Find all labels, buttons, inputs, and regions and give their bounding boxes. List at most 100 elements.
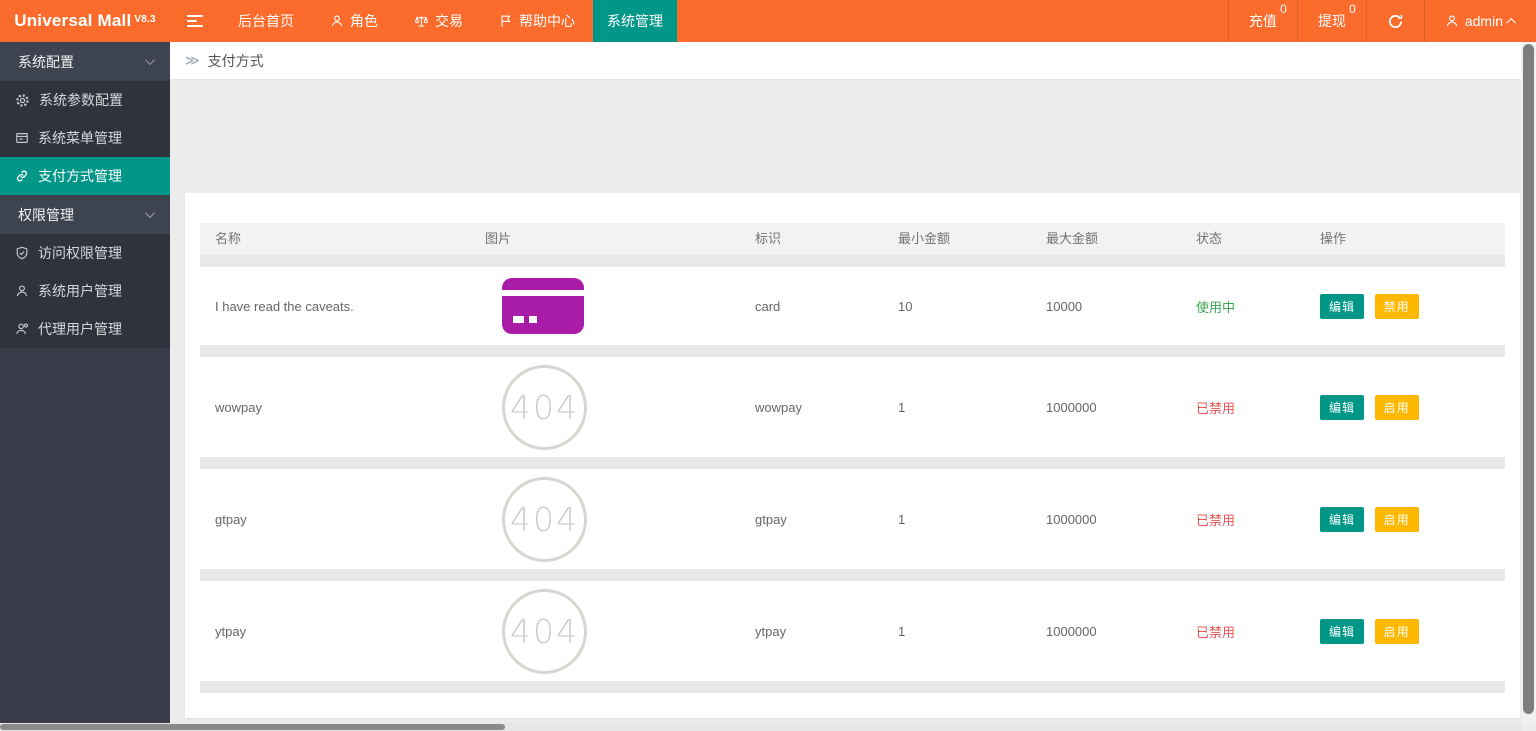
status-badge: 已禁用 [1196,400,1236,416]
cell-max-amount: 10000 [1046,298,1083,314]
col-header-min-amount: 最小金额 [898,231,951,246]
edit-button[interactable]: 编辑 [1320,618,1365,644]
cell-name: I have read the caveats. [215,298,354,314]
table-row: gtpay 404 gtpay 1 1000000 已禁用 编辑 启用 [200,469,1505,569]
nav-label: 系统管理 [607,13,663,29]
breadcrumb-label: 支付方式 [207,52,264,69]
recharge-button[interactable]: 充值 0 [1227,0,1297,42]
sidebar-item-label: 系统用户管理 [38,283,122,299]
enable-button[interactable]: 启用 [1374,506,1419,532]
sidebar-item-system-users[interactable]: 系统用户管理 [0,272,170,310]
cell-max-amount: 1000000 [1046,399,1097,415]
refresh-icon [1387,13,1404,30]
gear-icon [15,93,30,108]
cell-identifier: wowpay [755,399,802,415]
nav-label: 角色 [350,13,378,29]
cell-image: 404 [470,476,740,562]
sidebar-item-payment-methods[interactable]: 支付方式管理 [0,157,170,195]
recharge-label: 充值 [1248,13,1277,29]
top-header: Universal Mall V8.3 后台首页 角色 交易 帮助中心 系统管理… [0,0,1536,42]
nav-label: 交易 [435,13,463,29]
sidebar-item-label: 系统参数配置 [39,92,123,108]
row-separator [200,255,1505,267]
row-separator [200,345,1505,357]
cell-actions: 编辑 启用 [1305,506,1505,532]
nav-item-help[interactable]: 帮助中心 [481,0,593,42]
chevron-up-icon [1506,17,1517,28]
sidebar-item-label: 访问权限管理 [38,245,122,261]
main-content: ≫ 支付方式 名称 图片 标识 最小金额 最大金额 状态 操作 I have r… [170,42,1521,723]
edit-button[interactable]: 编辑 [1320,506,1365,532]
admin-page: Universal Mall V8.3 后台首页 角色 交易 帮助中心 系统管理… [0,0,1536,731]
withdraw-badge: 0 [1349,2,1356,16]
agent-user-icon [15,322,29,336]
row-separator [200,681,1505,693]
credit-card-image [502,278,584,334]
edit-button[interactable]: 编辑 [1320,394,1365,420]
sidebar-item-agent-users[interactable]: 代理用户管理 [0,310,170,348]
edit-button[interactable]: 编辑 [1320,293,1365,319]
top-nav: 后台首页 角色 交易 帮助中心 系统管理 [220,0,677,42]
cell-identifier: ytpay [755,623,787,639]
disable-button[interactable]: 禁用 [1374,293,1419,319]
username: admin [1464,13,1503,29]
vertical-scrollbar-thumb[interactable] [1523,44,1534,714]
sidebar-item-system-menu[interactable]: 系统菜单管理 [0,119,170,157]
chevron-down-icon [144,55,155,66]
cell-min-amount: 1 [898,399,906,415]
cell-name: wowpay [215,399,262,415]
cell-max-amount: 1000000 [1046,511,1097,527]
user-icon [330,14,344,28]
collapse-menu-icon[interactable] [170,0,220,42]
col-header-name: 名称 [215,231,242,246]
withdraw-button[interactable]: 提现 0 [1296,0,1366,42]
table-row: ytpay 404 ytpay 1 1000000 已禁用 编辑 启用 [200,581,1505,681]
horizontal-scrollbar[interactable] [0,723,1521,731]
row-separator [200,457,1505,469]
horizontal-scrollbar-thumb[interactable] [0,724,505,730]
nav-item-trade[interactable]: 交易 [396,0,481,42]
sidebar-item-label: 代理用户管理 [38,321,122,337]
status-badge: 已禁用 [1196,512,1236,528]
image-404-placeholder: 404 [502,476,587,562]
image-404-placeholder: 404 [502,364,587,450]
cell-name: gtpay [215,511,247,527]
breadcrumb-icon: ≫ [185,52,200,68]
table-row: wowpay 404 wowpay 1 1000000 已禁用 编辑 启用 [200,357,1505,457]
row-separator [200,569,1505,581]
nav-label: 后台首页 [238,13,294,29]
cell-image: 404 [470,364,740,450]
sidebar: 系统配置 系统参数配置 系统菜单管理 支付方式管理 权限管理 访问权限管理 系统… [0,42,170,723]
enable-button[interactable]: 启用 [1374,394,1419,420]
refresh-button[interactable] [1365,0,1424,42]
nav-item-system[interactable]: 系统管理 [593,0,677,42]
col-header-image: 图片 [485,231,512,246]
sidebar-item-access-permissions[interactable]: 访问权限管理 [0,234,170,272]
nav-item-roles[interactable]: 角色 [312,0,396,42]
cell-identifier: card [755,298,781,314]
payment-table-card: 名称 图片 标识 最小金额 最大金额 状态 操作 I have read the… [185,193,1520,718]
sidebar-item-system-params[interactable]: 系统参数配置 [0,81,170,119]
vertical-scrollbar[interactable] [1521,42,1536,723]
sidebar-item-label: 系统菜单管理 [38,130,122,146]
nav-item-home[interactable]: 后台首页 [220,0,312,42]
link-icon [15,169,29,183]
app-logo[interactable]: Universal Mall V8.3 [0,0,170,42]
enable-button[interactable]: 启用 [1374,618,1419,644]
status-badge: 已禁用 [1196,624,1236,640]
table-header: 名称 图片 标识 最小金额 最大金额 状态 操作 [200,223,1505,255]
user-icon [1445,14,1459,28]
shield-check-icon [15,246,29,260]
image-404-placeholder: 404 [502,588,587,674]
sidebar-group-permissions[interactable]: 权限管理 [0,195,170,234]
cell-image [470,278,740,334]
sidebar-item-label: 支付方式管理 [38,168,122,184]
nav-label: 帮助中心 [519,13,575,29]
col-header-actions: 操作 [1320,231,1347,246]
cell-actions: 编辑 禁用 [1305,293,1505,319]
cell-min-amount: 1 [898,623,906,639]
user-menu[interactable]: admin [1423,0,1536,42]
cell-name: ytpay [215,623,247,639]
cell-max-amount: 1000000 [1046,623,1097,639]
sidebar-group-system-config[interactable]: 系统配置 [0,42,170,81]
